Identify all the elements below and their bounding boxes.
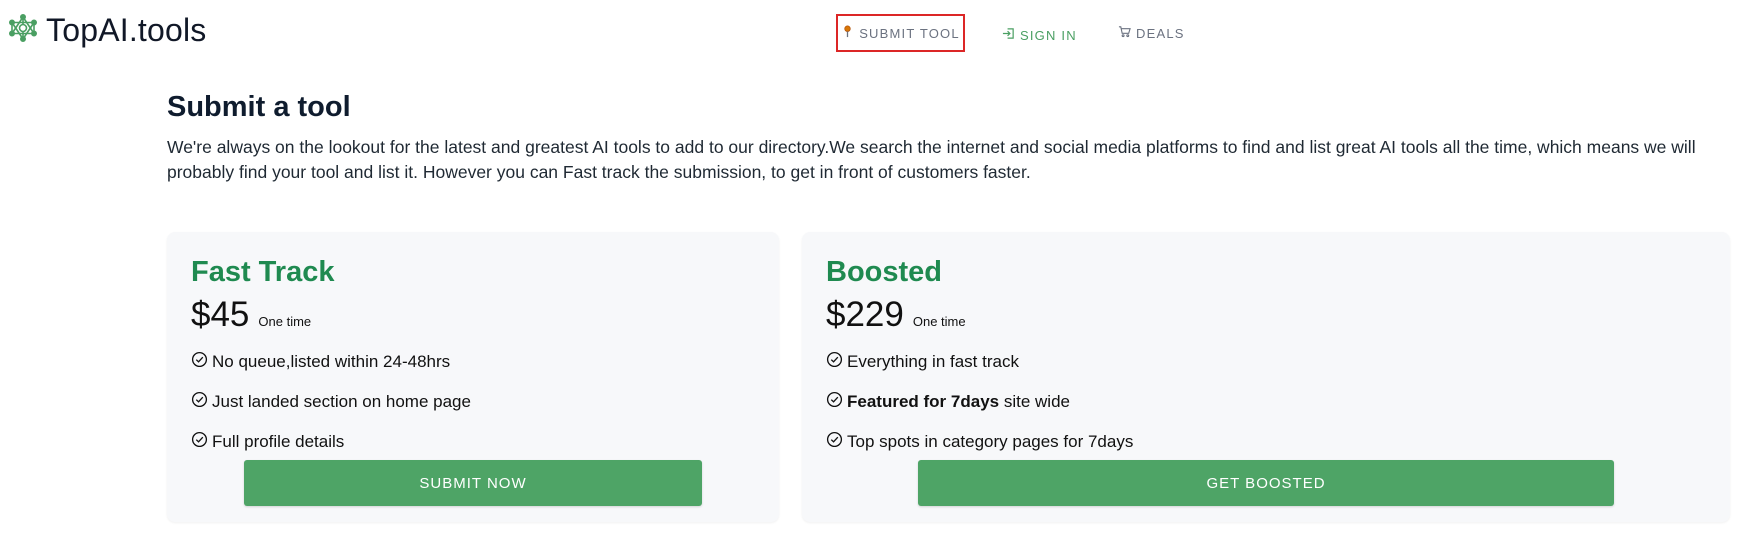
get-boosted-button[interactable]: Get Boosted (918, 460, 1614, 506)
plan-price: $45 (191, 295, 250, 334)
feature-item: Full profile details (191, 422, 471, 462)
price-row: $45 One time (191, 295, 311, 335)
feature-text: Featured for 7days site wide (847, 392, 1070, 412)
check-circle-icon (826, 351, 843, 373)
page: TopAI.tools Submit Tool Sign In (0, 0, 1744, 554)
check-circle-icon (826, 391, 843, 413)
pin-icon (841, 25, 854, 41)
check-circle-icon (191, 351, 208, 373)
plan-name: Boosted (826, 256, 942, 288)
feature-text: Full profile details (212, 432, 345, 451)
price-note: One time (258, 314, 312, 329)
check-circle-icon (191, 431, 208, 453)
top-nav: Submit Tool Sign In Deals (0, 14, 1744, 52)
feature-list: No queue,listed within 24-48hrs Just lan… (191, 342, 471, 462)
sign-in-icon (1002, 27, 1015, 43)
cart-icon (1118, 25, 1131, 41)
plan-card-fast-track: Fast Track $45 One time No queue,listed … (167, 232, 779, 522)
nav-submit-tool[interactable]: Submit Tool (836, 14, 965, 52)
feature-text-rest: site wide (999, 392, 1070, 411)
feature-text: Everything in fast track (847, 352, 1019, 371)
feature-text: Top spots in category pages for 7days (847, 432, 1134, 451)
feature-text: No queue,listed within 24-48hrs (212, 352, 451, 371)
nav-sign-in-label: Sign In (1020, 27, 1077, 43)
price-row: $229 One time (826, 295, 966, 335)
feature-item: Top spots in category pages for 7days (826, 422, 1133, 462)
nav-submit-tool-label: Submit Tool (859, 25, 960, 41)
feature-list: Everything in fast track Featured for 7d… (826, 342, 1133, 462)
feature-item: Featured for 7days site wide (826, 382, 1133, 422)
feature-item: No queue,listed within 24-48hrs (191, 342, 471, 382)
plan-card-boosted: Boosted $229 One time Everything in fast… (802, 232, 1730, 522)
feature-item: Everything in fast track (826, 342, 1133, 382)
check-circle-icon (191, 391, 208, 413)
nav-deals[interactable]: Deals (1118, 14, 1185, 52)
submit-now-button[interactable]: Submit Now (244, 460, 702, 506)
feature-item: Just landed section on home page (191, 382, 471, 422)
plan-price: $229 (826, 295, 904, 334)
plan-name: Fast Track (191, 256, 335, 288)
price-note: One time (912, 314, 966, 329)
page-title: Submit a tool (167, 91, 351, 123)
feature-highlight: Featured for 7days (847, 392, 1000, 411)
feature-text: Just landed section on home page (212, 392, 471, 411)
nav-deals-label: Deals (1136, 25, 1185, 41)
check-circle-icon (826, 431, 843, 453)
intro-text: We're always on the lookout for the late… (167, 137, 1696, 182)
nav-sign-in[interactable]: Sign In (1002, 16, 1077, 54)
